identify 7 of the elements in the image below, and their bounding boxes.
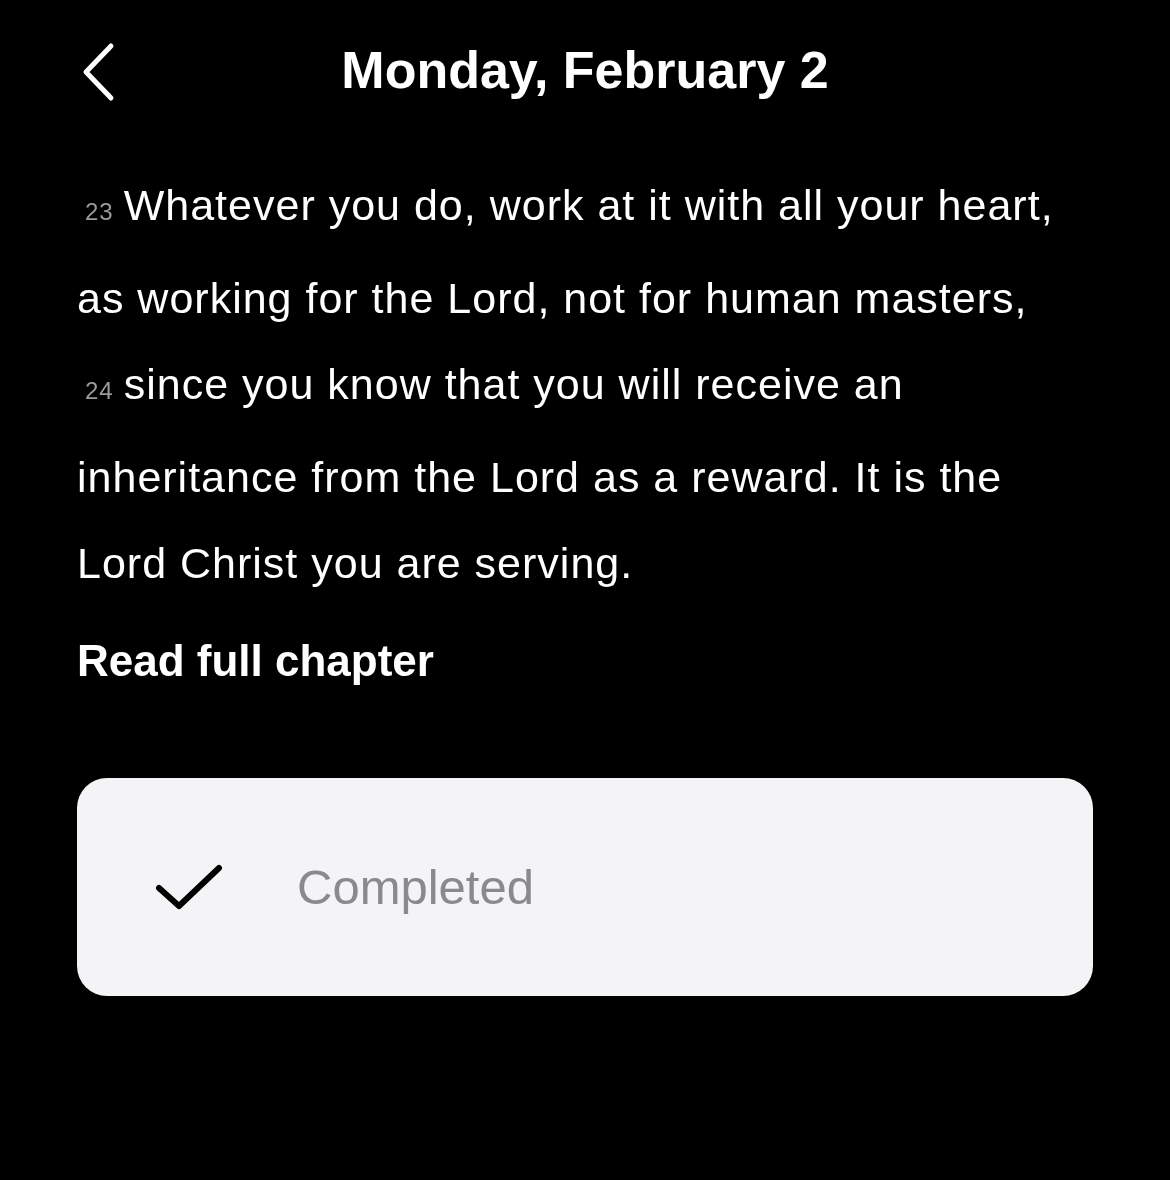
verse-number: 23 <box>85 198 114 225</box>
page-title: Monday, February 2 <box>341 40 829 100</box>
verse-number: 24 <box>85 377 114 404</box>
read-full-chapter-link[interactable]: Read full chapter <box>77 636 434 686</box>
scripture-passage: 23 Whatever you do, work at it with all your heart, as working for the Lord, not for human masters, 24 since you know that you will receive an inheritance from the Lord as a reward. It is the Lord Christ you are serving. <box>77 180 1055 589</box>
checkmark-icon <box>155 862 223 912</box>
back-icon <box>81 42 115 102</box>
